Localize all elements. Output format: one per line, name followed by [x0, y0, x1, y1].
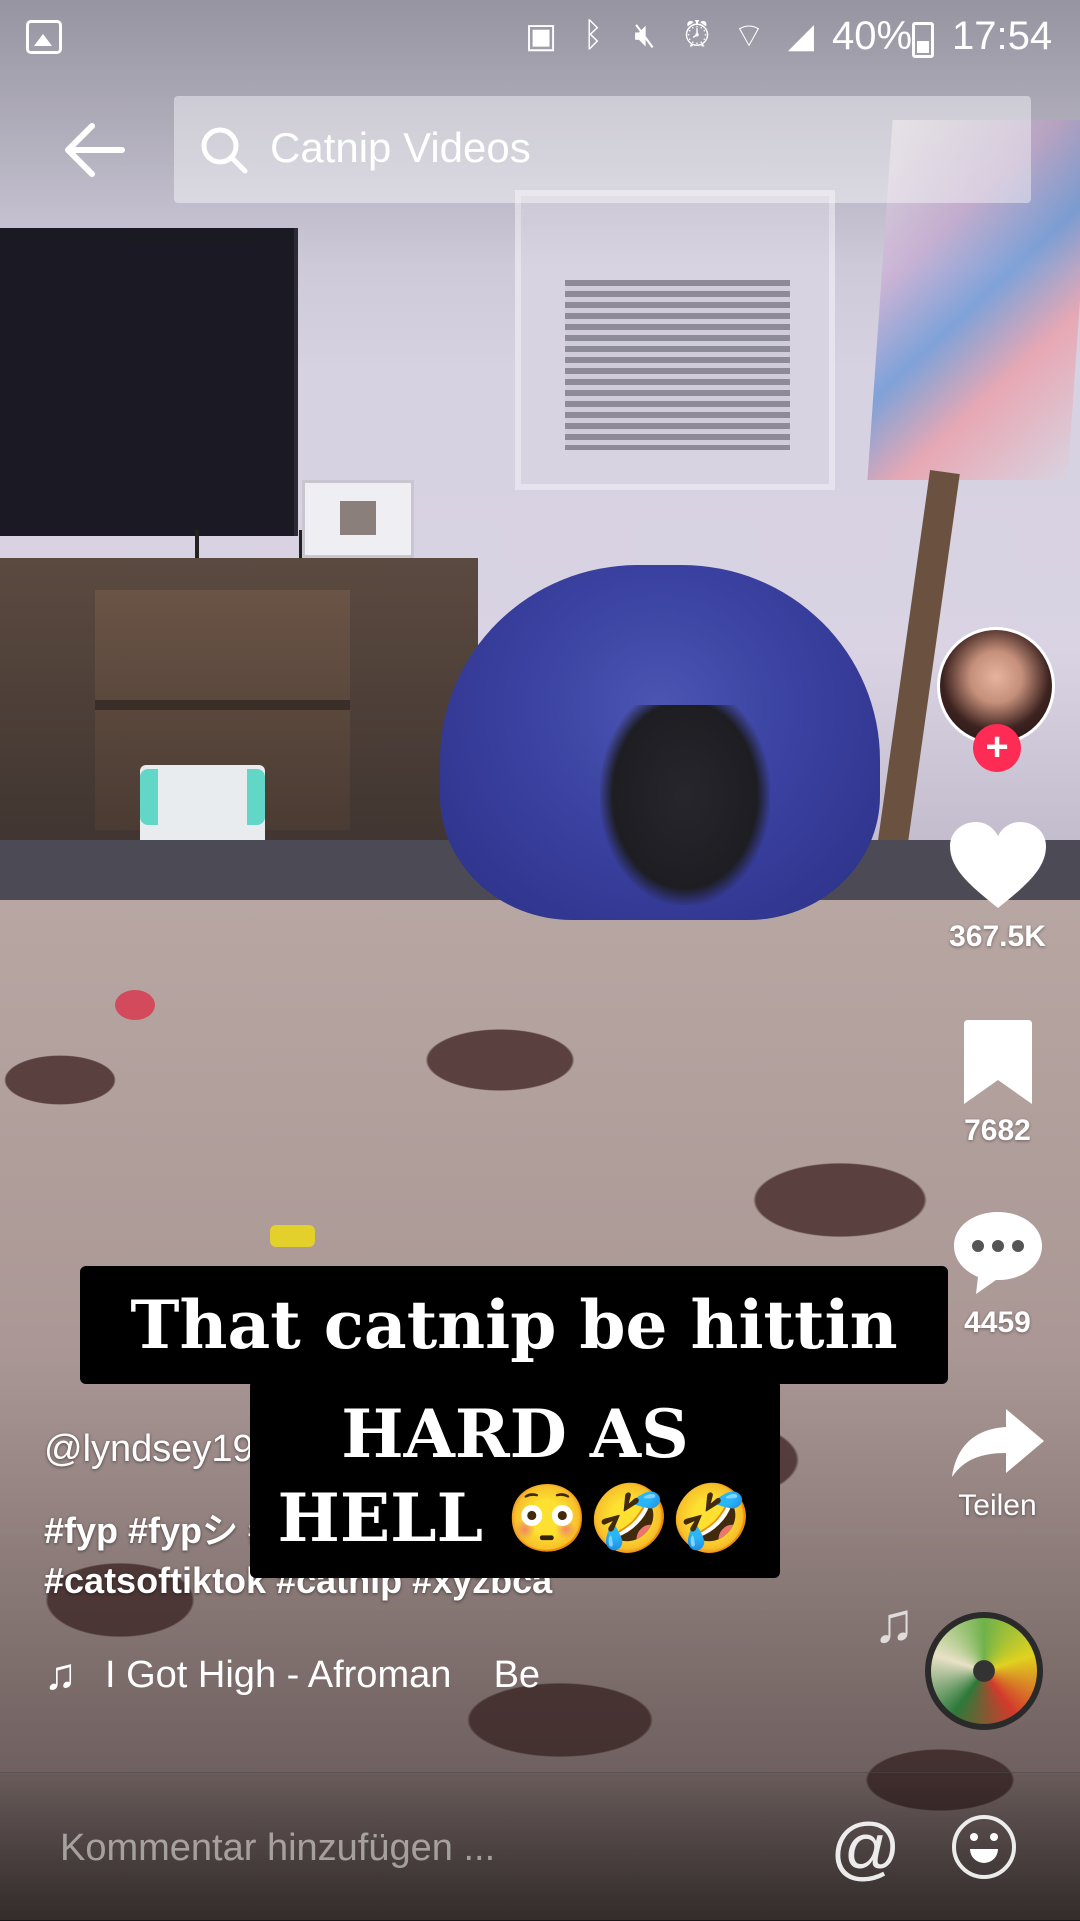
emoji-icon[interactable]: [952, 1815, 1016, 1879]
caption-line-3: HELL 😳🤣🤣: [277, 1479, 753, 1557]
share-button[interactable]: Teilen: [935, 1405, 1060, 1523]
like-button[interactable]: 367.5K: [935, 820, 1060, 954]
gallery-icon: [26, 20, 62, 54]
signal-icon: ◢: [787, 16, 815, 55]
battery-icon: [912, 22, 934, 58]
floating-music-note-icon: ♫: [873, 1591, 915, 1654]
mention-icon[interactable]: @: [830, 1813, 901, 1883]
music-disc[interactable]: [925, 1612, 1043, 1730]
comment-button[interactable]: 4459: [935, 1208, 1060, 1340]
search-query: Catnip Videos: [270, 124, 531, 171]
back-button[interactable]: [62, 120, 126, 180]
music-note-icon: ♫: [44, 1650, 77, 1699]
arrow-left-icon: [65, 123, 125, 177]
comment-bubble-icon: [953, 1212, 1042, 1294]
caption-block: HARD AS HELL 😳🤣🤣: [250, 1380, 780, 1578]
music-info[interactable]: ♫ I Got High - Afroman Be: [44, 1650, 575, 1700]
share-arrow-icon: [951, 1409, 1044, 1477]
bookmark-count: 7682: [964, 1114, 1031, 1147]
caption-line-2: HARD AS: [341, 1395, 689, 1473]
bookmark-icon: [963, 1020, 1032, 1104]
mute-icon: 🔇︎: [634, 16, 656, 54]
bluetooth-icon: ᛒ: [582, 16, 604, 54]
bookmark-button[interactable]: 7682: [935, 1018, 1060, 1148]
battery-saver-icon: ▣: [524, 16, 558, 55]
comment-input[interactable]: Kommentar hinzufügen ...: [60, 1827, 495, 1870]
comment-count: 4459: [964, 1306, 1031, 1339]
caption-line-1: That catnip be hittin: [80, 1266, 948, 1384]
comment-bar: Kommentar hinzufügen ... @: [0, 1772, 1080, 1921]
battery-percent: 40%: [832, 14, 913, 58]
status-bar: ▣ ᛒ 🔇︎ ⏰︎ ⌔ ◢ 40% 17:54: [0, 0, 1080, 78]
follow-button[interactable]: +: [973, 724, 1021, 772]
clock: 17:54: [952, 14, 1053, 58]
alarm-icon: ⏰︎: [683, 16, 711, 54]
search-bar[interactable]: Catnip Videos: [174, 96, 1031, 203]
music-track: I Got High - Afroman Be: [105, 1653, 541, 1696]
wifi-icon: ⌔: [733, 17, 765, 55]
search-icon: [201, 127, 248, 174]
like-count: 367.5K: [949, 920, 1046, 953]
status-icons: ▣ ᛒ 🔇︎ ⏰︎ ⌔ ◢: [522, 14, 820, 57]
heart-icon: [949, 822, 1046, 908]
video-vignette: [0, 0, 1080, 1920]
video-player[interactable]: [0, 0, 1080, 1920]
share-label: Teilen: [958, 1489, 1037, 1522]
